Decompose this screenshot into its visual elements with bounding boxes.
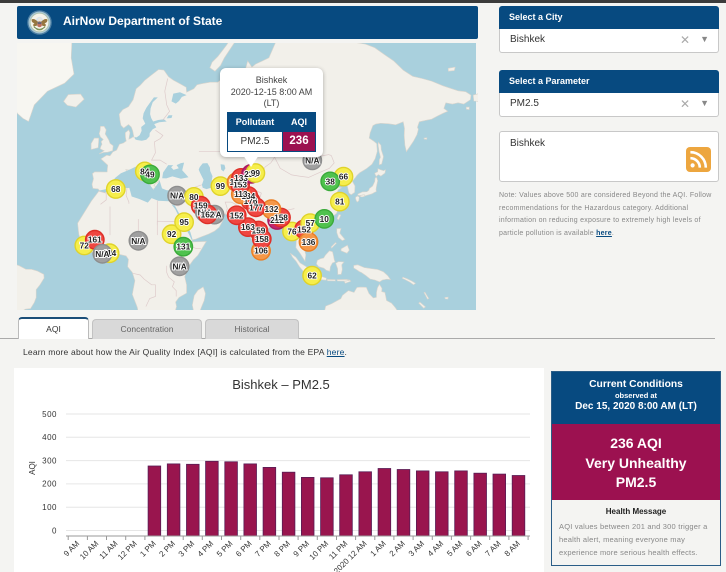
- svg-text:62: 62: [307, 271, 317, 281]
- svg-text:10 PM: 10 PM: [308, 539, 331, 562]
- svg-text:7 AM: 7 AM: [483, 539, 502, 558]
- svg-text:10 AM: 10 AM: [78, 539, 101, 562]
- svg-text:76: 76: [287, 227, 297, 237]
- svg-text:95: 95: [179, 217, 189, 227]
- svg-text:300: 300: [42, 456, 57, 465]
- svg-text:5 PM: 5 PM: [215, 539, 235, 559]
- svg-text:N/A: N/A: [172, 261, 186, 271]
- svg-text:99: 99: [251, 168, 261, 178]
- svg-text:5 AM: 5 AM: [445, 539, 464, 558]
- svg-text:11 AM: 11 AM: [98, 539, 120, 561]
- svg-text:163: 163: [241, 222, 255, 232]
- svg-text:57: 57: [306, 218, 316, 228]
- svg-text:161: 161: [88, 235, 102, 245]
- svg-text:132: 132: [264, 204, 278, 214]
- svg-text:8 AM: 8 AM: [503, 539, 522, 558]
- svg-text:38: 38: [326, 176, 336, 186]
- svg-text:2 PM: 2 PM: [157, 539, 177, 559]
- svg-text:200: 200: [42, 480, 57, 489]
- svg-text:6 PM: 6 PM: [234, 539, 254, 559]
- svg-text:4 AM: 4 AM: [426, 539, 445, 558]
- svg-text:0: 0: [52, 526, 57, 535]
- svg-text:N/A: N/A: [170, 191, 184, 201]
- svg-text:177: 177: [249, 202, 263, 212]
- svg-text:136: 136: [302, 237, 316, 247]
- svg-text:162: 162: [201, 209, 215, 219]
- svg-text:131: 131: [176, 242, 190, 252]
- svg-text:99: 99: [216, 181, 226, 191]
- svg-text:500: 500: [42, 410, 57, 419]
- svg-text:3 AM: 3 AM: [407, 539, 426, 558]
- svg-text:12 PM: 12 PM: [116, 539, 139, 562]
- svg-text:N/A: N/A: [95, 249, 109, 259]
- svg-text:8 PM: 8 PM: [272, 539, 292, 559]
- svg-text:10: 10: [320, 214, 330, 224]
- svg-text:113: 113: [234, 189, 248, 199]
- svg-text:92: 92: [167, 229, 177, 239]
- svg-text:1 AM: 1 AM: [369, 539, 388, 558]
- svg-text:1 PM: 1 PM: [138, 539, 158, 559]
- svg-text:AQI: AQI: [28, 461, 37, 475]
- svg-text:2 AM: 2 AM: [388, 539, 407, 558]
- svg-text:4 PM: 4 PM: [196, 539, 216, 559]
- svg-text:400: 400: [42, 433, 57, 442]
- svg-text:152: 152: [230, 210, 244, 220]
- svg-text:Bishkek – PM2.5: Bishkek – PM2.5: [232, 377, 330, 392]
- svg-text:49: 49: [145, 169, 155, 179]
- svg-text:81: 81: [335, 197, 345, 207]
- svg-text:68: 68: [111, 184, 121, 194]
- svg-text:66: 66: [339, 172, 349, 182]
- svg-text:N/A: N/A: [131, 236, 145, 246]
- svg-text:106: 106: [254, 246, 268, 256]
- svg-text:100: 100: [42, 503, 57, 512]
- svg-text:6 AM: 6 AM: [464, 539, 483, 558]
- svg-text:7 PM: 7 PM: [253, 539, 273, 559]
- svg-text:3 PM: 3 PM: [177, 539, 197, 559]
- svg-text:158: 158: [255, 234, 269, 244]
